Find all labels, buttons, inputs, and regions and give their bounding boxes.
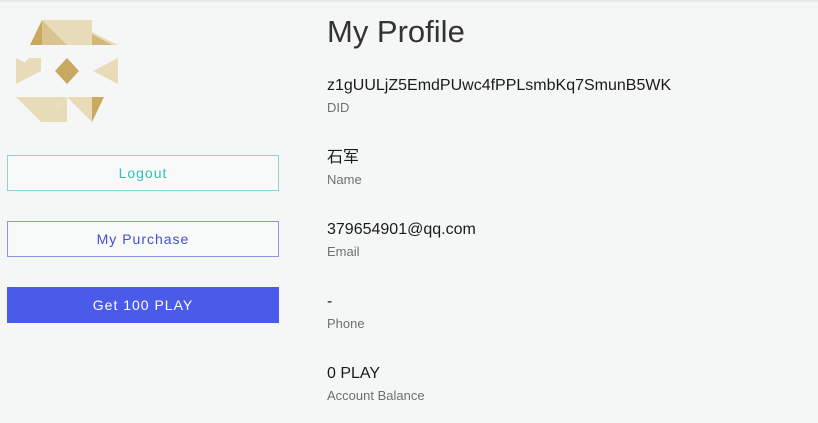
my-purchase-button[interactable]: My Purchase [7,221,279,257]
phone-field: - Phone [327,292,365,332]
did-field: z1gUULjZ5EmdPUwc4fPPLsmbKq7SmunB5WK DID [327,76,671,116]
email-label: Email [327,244,360,259]
my-purchase-button-label: My Purchase [96,231,190,247]
name-value: 石军 [327,149,360,166]
get-play-button-label: Get 100 PLAY [92,297,194,313]
logout-button[interactable]: Logout [7,155,279,191]
account-balance-label: Account Balance [327,388,425,403]
avatar [16,20,118,122]
email-value: 379654901@qq.com [327,221,476,238]
logout-button-label: Logout [118,165,168,181]
top-border [0,0,818,2]
did-label: DID [327,100,350,115]
phone-value: - [327,293,333,310]
identicon-icon [16,20,118,122]
account-balance-value: 0 PLAY [327,365,381,382]
page-title: My Profile [327,14,465,49]
account-balance-field: 0 PLAY Account Balance [327,364,425,404]
name-field: 石军 Name [327,148,362,188]
phone-label: Phone [327,316,365,331]
name-label: Name [327,172,362,187]
did-value: z1gUULjZ5EmdPUwc4fPPLsmbKq7SmunB5WK [327,77,672,94]
email-field: 379654901@qq.com Email [327,220,476,260]
get-play-button[interactable]: Get 100 PLAY [7,287,279,323]
